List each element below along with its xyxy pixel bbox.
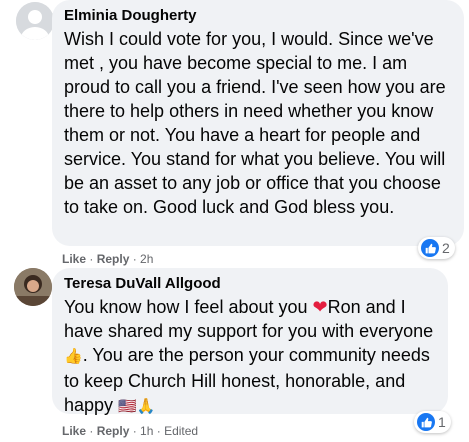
thumbs-up-emoji: 👍 (64, 348, 83, 365)
comment-bubble: Teresa DuVall Allgood You know how I fee… (52, 268, 448, 415)
thumbs-up-icon (421, 239, 439, 257)
comment-author[interactable]: Teresa DuVall Allgood (64, 275, 436, 293)
separator: · (153, 424, 165, 438)
comment-text: You know how I feel about you ❤Ron and I… (64, 295, 436, 419)
folded-hands-emoji: 🙏 (136, 398, 156, 415)
like-button[interactable]: Like (62, 424, 86, 438)
edited-label: Edited (164, 424, 199, 438)
comment-actions: Like · Reply · 1h · Edited (62, 424, 198, 438)
avatar[interactable] (16, 2, 54, 40)
separator: · (129, 252, 141, 266)
comment-author[interactable]: Elminia Dougherty (64, 7, 452, 25)
comment-text: Wish I could vote for you, I would. Sinc… (64, 29, 446, 217)
reply-button[interactable]: Reply (97, 252, 130, 266)
separator: · (86, 252, 97, 266)
default-profile-icon (16, 2, 54, 40)
comment-bubble: Elminia Dougherty Wish I could vote for … (52, 0, 464, 246)
comment-text-part: You know how I feel about you (64, 297, 313, 317)
comment-timestamp[interactable]: 1h (140, 424, 153, 438)
reaction-count-badge[interactable]: 1 (414, 411, 451, 433)
reaction-count: 1 (438, 414, 446, 430)
reaction-count: 2 (442, 240, 450, 256)
like-button[interactable]: Like (62, 252, 86, 266)
reaction-count-badge[interactable]: 2 (418, 237, 455, 259)
separator: · (129, 424, 141, 438)
avatar[interactable] (14, 268, 52, 306)
heart-emoji: ❤ (312, 297, 328, 317)
separator: · (86, 424, 97, 438)
reply-button[interactable]: Reply (97, 424, 130, 438)
comment-actions: Like · Reply · 2h (62, 252, 153, 266)
comment-timestamp[interactable]: 2h (140, 252, 153, 266)
profile-photo (14, 268, 52, 306)
us-flag-emoji: 🇺🇸 (118, 398, 137, 415)
thumbs-up-icon (417, 413, 435, 431)
